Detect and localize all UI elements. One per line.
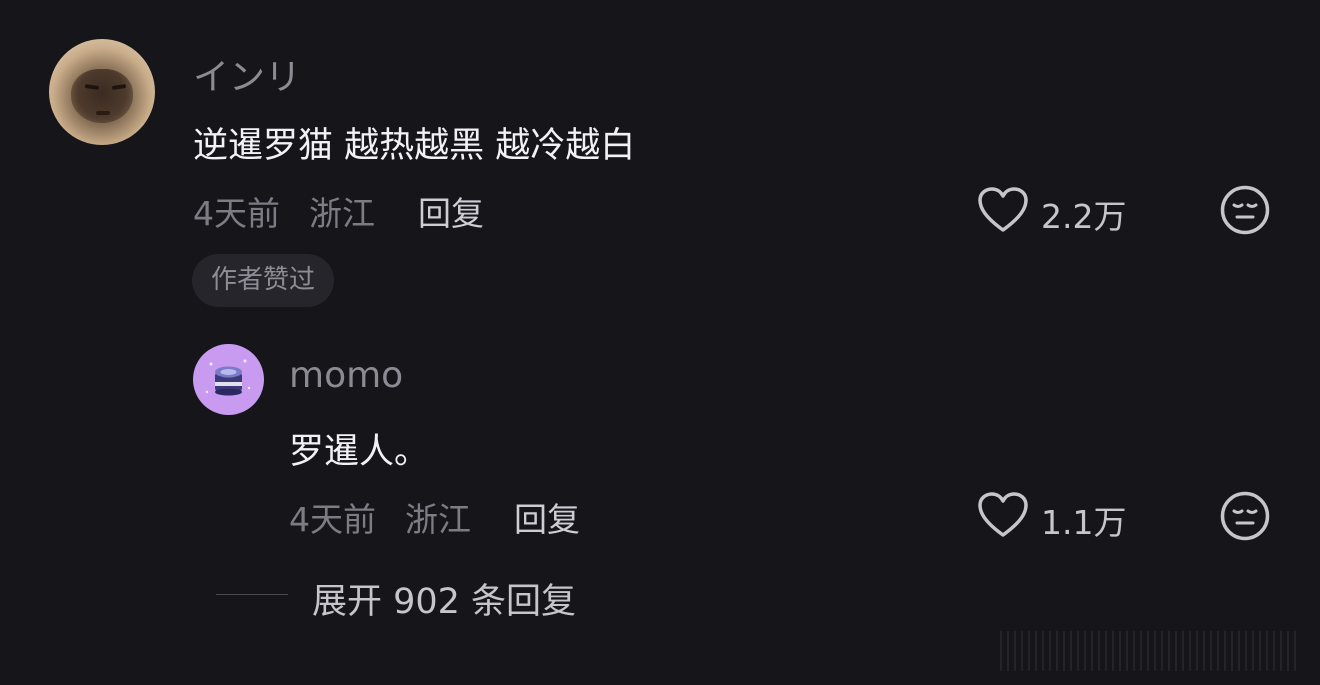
author-liked-badge: 作者赞过 (192, 254, 335, 307)
reply-like-count: 1.1万 (1041, 503, 1127, 542)
jar-icon (205, 359, 251, 396)
dislike-face-icon[interactable] (1219, 490, 1271, 542)
expand-replies-button[interactable]: 展开 902 条回复 (312, 573, 576, 624)
comment-time: 4天前 (193, 194, 280, 233)
commenter-avatar[interactable] (49, 39, 155, 145)
comment-text: 逆暹罗猫 越热越黑 越冷越白 (193, 126, 636, 166)
reply-time: 4天前 (289, 500, 376, 539)
heart-icon[interactable] (977, 491, 1029, 539)
heart-icon[interactable] (977, 186, 1029, 234)
comment-reply-button[interactable]: 回复 (418, 187, 484, 235)
dislike-face-icon[interactable] (1219, 184, 1271, 236)
reply-avatar[interactable] (193, 344, 264, 415)
comment-location: 浙江 (309, 194, 375, 233)
expand-divider (216, 594, 288, 595)
comment-thread: インリ 逆暹罗猫 越热越黑 越冷越白 4天前 浙江 回复 2.2万 作者赞过 m… (0, 0, 1320, 685)
reply-location: 浙江 (405, 500, 471, 539)
comment-like-count: 2.2万 (1041, 197, 1127, 236)
commenter-username[interactable]: インリ (193, 48, 301, 100)
reply-username[interactable]: momo (289, 355, 403, 396)
reply-text: 罗暹人。 (289, 432, 430, 472)
watermark (1000, 631, 1300, 671)
reply-reply-button[interactable]: 回复 (514, 493, 580, 541)
